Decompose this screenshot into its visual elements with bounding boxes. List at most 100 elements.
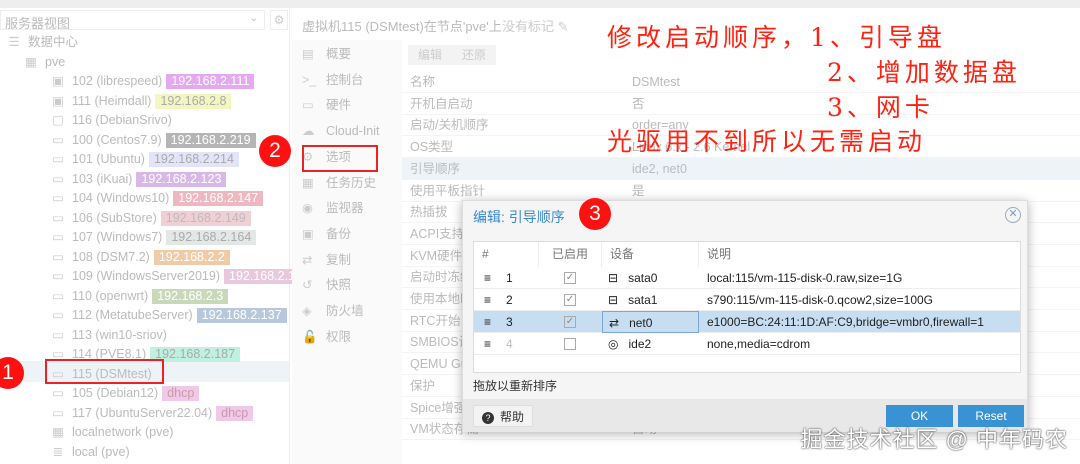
enabled-checkbox[interactable]: ✓ xyxy=(564,316,576,328)
tree-item[interactable]: ▭ 107 (Windows7) 192.168.2.164 xyxy=(50,228,257,247)
ip-tag: 192.168.2.164 xyxy=(166,230,257,245)
enabled-checkbox[interactable]: ✓ xyxy=(564,294,576,306)
highlight-box-options xyxy=(302,145,378,172)
nav-item[interactable]: ▣ 备份 xyxy=(302,224,351,244)
resource-tree-panel: 服务器视图 ⌄ ⚙ ☰ 数据中心 ▦ pve ▣ 102 (librespeed) 192.1… xyxy=(0,8,314,464)
eye-icon: ◉ xyxy=(302,201,313,216)
column-header-device[interactable]: 设备 xyxy=(602,242,699,267)
nav-item[interactable]: ☁ Cloud-Init xyxy=(302,121,380,141)
nav-item-label: 防火墙 xyxy=(326,304,364,318)
boot-order-row[interactable]: ≡ 4 ◎ ide2 none,media=cdrom xyxy=(474,333,1020,355)
drag-handle-icon[interactable]: ≡ xyxy=(484,333,491,355)
column-header-description[interactable]: 说明 xyxy=(699,242,1020,267)
nav-item-label: 复制 xyxy=(326,252,352,267)
tags-edit[interactable]: 没有标记 ✎ xyxy=(502,16,569,35)
option-key: 名称 xyxy=(410,75,436,89)
view-select[interactable]: 服务器视图 ⌄ xyxy=(0,10,265,31)
ip-tag: dhcp xyxy=(162,386,200,401)
vm-icon: ▭ xyxy=(52,171,64,186)
nav-item[interactable]: ↺ 快照 xyxy=(302,275,351,295)
tree-item-label: 105 (Debian12) xyxy=(72,386,159,400)
column-header-enabled[interactable]: 已启用 xyxy=(539,242,602,267)
option-key: 引导顺序 xyxy=(410,161,461,176)
tree-item[interactable]: ▦ pve xyxy=(23,53,65,72)
enabled-checkbox[interactable] xyxy=(564,338,576,350)
ip-tag: 192.168.2.137 xyxy=(196,308,287,323)
nav-item-label: 概要 xyxy=(326,47,352,61)
nav-item-label: 快照 xyxy=(326,278,352,293)
option-row[interactable]: 开机自启动 否 xyxy=(402,93,1080,115)
ip-tag: 192.168.2.2 xyxy=(153,249,230,265)
tree-item[interactable]: ▭ 113 (win10-sriov) xyxy=(50,326,167,345)
tree-item[interactable]: ▭ 100 (Centos7.9) 192.168.2.219 xyxy=(50,131,256,150)
storage-icon: ≣ xyxy=(52,444,64,459)
tree-item-label: 116 (DebianSrivo) xyxy=(72,113,172,127)
enabled-checkbox[interactable]: ✓ xyxy=(564,272,576,284)
tree-item[interactable]: ▭ 112 (MetatubeServer) 192.168.2.137 xyxy=(50,306,287,325)
tree-settings-gear-icon[interactable]: ⚙ xyxy=(270,10,288,30)
tree-item[interactable]: ☰ 数据中心 xyxy=(6,33,78,52)
nav-item[interactable]: >_ 控制台 xyxy=(302,70,364,90)
vm-icon: ▭ xyxy=(52,327,64,342)
vm-icon: ▭ xyxy=(52,191,64,205)
container-running-icon: ▣ xyxy=(52,74,64,88)
help-label: 帮助 xyxy=(499,410,524,424)
column-header-number[interactable]: # xyxy=(474,242,539,267)
tree-item[interactable]: ▢ 116 (DebianSrivo) xyxy=(50,111,172,130)
option-row[interactable]: 引导顺序 ide2, net0 xyxy=(402,157,1080,180)
tree-item[interactable]: ▣ 111 (Heimdall) 192.168.2.8 xyxy=(50,92,232,111)
tree-item[interactable]: ▭ 106 (SubStore) 192.168.2.149 xyxy=(50,209,251,228)
nav-item-label: 备份 xyxy=(326,226,352,241)
drag-handle-icon[interactable]: ≡ xyxy=(484,311,491,333)
drag-handle-icon[interactable]: ≡ xyxy=(484,267,491,289)
tree-item[interactable]: ▭ 110 (openwrt) 192.168.2.3 xyxy=(50,287,229,306)
boot-order-row[interactable]: ≡ 1 ✓ ⊟ sata0 local:115/vm-115-disk-0.raw… xyxy=(474,267,1020,289)
cloud-icon: ☁ xyxy=(302,124,315,139)
nav-item[interactable]: ▤ 概要 xyxy=(302,44,351,64)
close-icon[interactable]: ✕ xyxy=(1005,207,1021,223)
nav-item[interactable]: 🔓 权限 xyxy=(302,327,351,347)
nav-item[interactable]: ◉ 监视器 xyxy=(302,198,364,218)
container-icon: ▢ xyxy=(52,113,64,127)
tree-item[interactable]: ▭ 103 (iKuai) 192.168.2.123 xyxy=(50,170,227,189)
nav-item[interactable]: ▦ 任务历史 xyxy=(302,173,376,193)
tree-item[interactable]: ≣ local (pve) xyxy=(50,443,130,462)
tree-item-label: 102 (librespeed) xyxy=(72,74,163,88)
help-button[interactable]: ? 帮助 xyxy=(473,405,533,427)
annotation-line-2: 2、增加数据盘 xyxy=(827,58,1021,87)
vm-icon: ▭ xyxy=(52,210,64,225)
tree-item[interactable]: ▭ 105 (Debian12) dhcp xyxy=(50,384,200,403)
ip-tag: 192.168.2.219 xyxy=(165,132,256,148)
option-row[interactable]: 使用平板指针 是 xyxy=(402,180,1080,202)
tree-item[interactable]: ▣ 102 (librespeed) 192.168.2.111 xyxy=(50,72,255,91)
ip-tag: dhcp xyxy=(216,405,254,421)
tree-item[interactable]: ▭ 101 (Ubuntu) 192.168.2.214 xyxy=(50,150,239,169)
boot-order-row[interactable]: ≡ 3 ✓ ⇄ net0 e1000=BC:24:11:1D:AF:C9,brid… xyxy=(474,311,1020,333)
option-key: Spice增强 xyxy=(410,400,467,415)
nav-item[interactable]: ▭ 硬件 xyxy=(302,95,351,115)
tree-item[interactable]: ▭ 109 (WindowsServer2019) 192.168.2.138 xyxy=(50,267,314,286)
revert-button[interactable]: 还原 xyxy=(452,45,497,65)
device-name: net0 xyxy=(629,316,653,330)
vm-icon: ▭ xyxy=(52,152,64,166)
datacenter-icon: ☰ xyxy=(8,35,20,49)
annotation-line-4: 光驱用不到所以无需启动 xyxy=(607,127,927,156)
cdrom-icon: ◎ xyxy=(608,337,619,351)
nav-item[interactable]: ⇄ 复制 xyxy=(302,250,351,270)
drag-handle-icon[interactable]: ≡ xyxy=(484,289,491,311)
tree-item[interactable]: ▭ 117 (UbuntuServer22.04) dhcp xyxy=(50,404,254,423)
network-exchange-icon: ⇄ xyxy=(609,316,620,330)
tree-item[interactable]: ▭ 104 (Windows10) 192.168.2.147 xyxy=(50,189,264,208)
tree-item-label: 112 (MetatubeServer) xyxy=(72,308,193,322)
edit-button[interactable]: 编辑 xyxy=(408,45,453,65)
tree-item[interactable]: ▦ localnetwork (pve) xyxy=(50,423,173,442)
view-select-value: 服务器视图 xyxy=(5,16,71,31)
template-icon: ▭ xyxy=(52,405,64,420)
nav-item[interactable]: ◈ 防火墙 xyxy=(302,301,364,321)
boot-order-number: 1 xyxy=(506,271,513,285)
tree-item-label: pve xyxy=(45,54,66,69)
tree-item-label: 117 (UbuntuServer22.04) xyxy=(72,405,213,420)
tree-item[interactable]: ▭ 108 (DSM7.2) 192.168.2.2 xyxy=(50,248,230,267)
ip-tag: 192.168.2.111 xyxy=(166,74,255,89)
boot-order-row[interactable]: ≡ 2 ✓ ⊟ sata1 s790:115/vm-115-disk-0.qcow… xyxy=(474,289,1020,311)
